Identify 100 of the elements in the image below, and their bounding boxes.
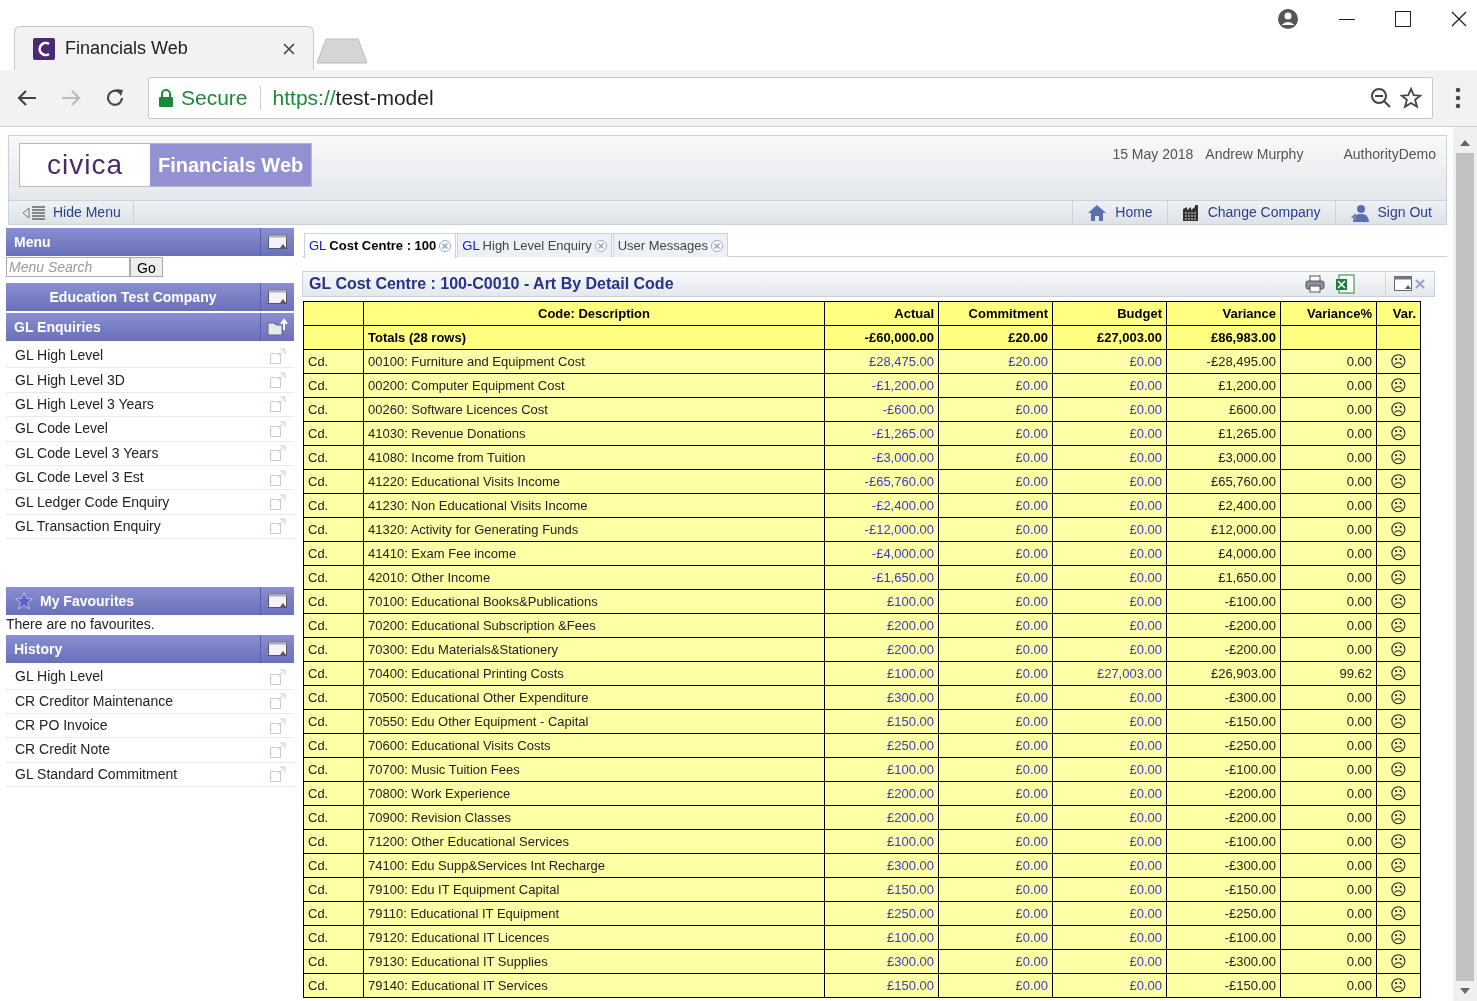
table-cell: -£65,760.00 bbox=[824, 469, 939, 494]
table-cell: 70500: Educational Other Expenditure bbox=[363, 685, 825, 710]
menu-item[interactable]: CR PO Invoice bbox=[6, 713, 294, 739]
totals-cell: £86,983.00 bbox=[1166, 325, 1281, 350]
table-cell: £0.00 bbox=[1052, 349, 1167, 374]
menu-item[interactable]: GL High Level bbox=[6, 665, 294, 690]
reload-icon[interactable] bbox=[104, 87, 126, 109]
address-bar[interactable]: Secure https://test-model bbox=[148, 77, 1433, 119]
table-cell: 0.00 bbox=[1280, 757, 1377, 782]
table-cell: £0.00 bbox=[938, 877, 1053, 902]
menu-item[interactable]: CR Credit Note bbox=[6, 738, 294, 763]
table-cell: Cd. bbox=[303, 373, 364, 398]
table-cell: £1,200.00 bbox=[1166, 373, 1281, 398]
table-cell: Cd. bbox=[303, 517, 364, 542]
window-icon[interactable] bbox=[267, 234, 288, 250]
menu-item[interactable]: GL High Level bbox=[6, 344, 294, 369]
table-cell: Cd. bbox=[303, 661, 364, 686]
frown-icon: ☹ bbox=[1376, 349, 1421, 374]
frown-icon: ☹ bbox=[1376, 421, 1421, 446]
menu-item[interactable]: GL High Level 3 Years bbox=[6, 392, 294, 418]
column-header: Variance bbox=[1166, 301, 1281, 326]
menu-item[interactable]: GL Transaction Enquiry bbox=[6, 514, 294, 540]
section-title: History bbox=[14, 639, 63, 659]
search-field[interactable]: Menu Search bbox=[6, 257, 130, 277]
menu-item[interactable]: GL Ledger Code Enquiry bbox=[6, 490, 294, 515]
table-cell: £0.00 bbox=[938, 445, 1053, 470]
spreadsheet-icon[interactable] bbox=[1335, 274, 1355, 294]
table-cell: 74100: Edu Supp&Services Int Recharge bbox=[363, 853, 825, 878]
table-cell: -£3,000.00 bbox=[824, 445, 939, 470]
frown-icon: ☹ bbox=[1376, 733, 1421, 758]
table-cell: 79140: Educational IT Services bbox=[363, 973, 825, 998]
maximize-icon[interactable] bbox=[1395, 11, 1411, 27]
window-icon[interactable] bbox=[1394, 276, 1412, 292]
menu-item[interactable]: CR Creditor Maintenance bbox=[6, 689, 294, 714]
table-cell: 79130: Educational IT Supplies bbox=[363, 949, 825, 974]
menu-icon[interactable] bbox=[1455, 87, 1461, 109]
profile-icon[interactable] bbox=[1277, 8, 1299, 30]
zoom-icon[interactable] bbox=[1370, 87, 1392, 109]
table-cell: £0.00 bbox=[938, 781, 1053, 806]
table-cell: 71200: Other Educational Services bbox=[363, 829, 825, 854]
table-cell: 0.00 bbox=[1280, 469, 1377, 494]
table-cell: 99.62 bbox=[1280, 661, 1377, 686]
table-cell: £0.00 bbox=[1052, 397, 1167, 422]
totals-cell: -£60,000.00 bbox=[824, 325, 939, 350]
menu-item[interactable]: GL High Level 3D bbox=[6, 368, 294, 393]
company-link[interactable]: Change Company bbox=[1166, 201, 1335, 224]
table-cell: 0.00 bbox=[1280, 901, 1377, 926]
menu-item[interactable]: GL Code Level 3 Years bbox=[6, 441, 294, 466]
browser-tab[interactable]: Financials Web bbox=[14, 26, 314, 70]
signout-link[interactable]: Sign Out bbox=[1334, 201, 1446, 224]
close-icon[interactable] bbox=[283, 42, 295, 55]
go-button[interactable]: Go bbox=[130, 257, 163, 277]
star-icon[interactable] bbox=[1400, 87, 1422, 109]
table-cell: £0.00 bbox=[938, 469, 1053, 494]
tab[interactable]: GL Cost Centre : 100 bbox=[304, 233, 457, 258]
table-cell: Cd. bbox=[303, 565, 364, 590]
menu-item[interactable]: GL Code Level 3 Est bbox=[6, 465, 294, 491]
frown-icon: ☹ bbox=[1376, 949, 1421, 974]
window-icon[interactable] bbox=[267, 289, 288, 305]
frown-icon: ☹ bbox=[1376, 877, 1421, 902]
table-cell: 41320: Activity for Generating Funds bbox=[363, 517, 825, 542]
home-link[interactable]: Home bbox=[1072, 201, 1167, 224]
tab[interactable]: GL High Level Enquiry bbox=[457, 233, 612, 257]
totals-cell: Totals (28 rows) bbox=[363, 325, 825, 350]
menu-item[interactable]: GL Code Level bbox=[6, 417, 294, 442]
panel-title: GL Cost Centre : 100-C0010 - Art By Detail Code bbox=[309, 274, 675, 294]
table-cell: -£150.00 bbox=[1166, 973, 1281, 998]
table-cell: Cd. bbox=[303, 445, 364, 470]
menu-item[interactable]: GL Standard Commitment bbox=[6, 762, 294, 788]
table-cell: £1,650.00 bbox=[1166, 565, 1281, 590]
column-header: Code: Description bbox=[363, 301, 825, 326]
window-icon[interactable] bbox=[267, 593, 288, 610]
section-title: GL Enquiries bbox=[14, 317, 101, 337]
scrollbar[interactable] bbox=[1453, 127, 1477, 1001]
frown-icon: ☹ bbox=[1376, 805, 1421, 830]
folder-icon[interactable] bbox=[266, 318, 289, 336]
frown-icon: ☹ bbox=[1376, 541, 1421, 566]
hide-menu-button[interactable]: Hide Menu bbox=[9, 201, 134, 224]
table-cell: £0.00 bbox=[1052, 805, 1167, 830]
table-cell: 0.00 bbox=[1280, 853, 1377, 878]
close-icon[interactable] bbox=[1451, 11, 1467, 27]
empty-message: There are no favourites. bbox=[6, 615, 156, 635]
frown-icon: ☹ bbox=[1376, 781, 1421, 806]
scroll-up-icon[interactable] bbox=[1460, 139, 1470, 147]
table-cell: 0.00 bbox=[1280, 589, 1377, 614]
table-cell: -£28,495.00 bbox=[1166, 349, 1281, 374]
table-cell: £0.00 bbox=[1052, 565, 1167, 590]
table-cell: 00260: Software Licences Cost bbox=[363, 397, 825, 422]
frown-icon: ☹ bbox=[1376, 637, 1421, 662]
table-cell: £0.00 bbox=[938, 829, 1053, 854]
column-header: Variance% bbox=[1280, 301, 1377, 326]
window-icon[interactable] bbox=[267, 641, 288, 658]
table-cell: 0.00 bbox=[1280, 397, 1377, 422]
product-name: Financials Web bbox=[150, 144, 312, 186]
scroll-down-icon[interactable] bbox=[1460, 987, 1470, 995]
tab[interactable]: User Messages bbox=[612, 233, 729, 257]
print-icon[interactable] bbox=[1305, 275, 1325, 293]
table-cell: £250.00 bbox=[824, 901, 939, 926]
table-cell: -£4,000.00 bbox=[824, 541, 939, 566]
table-cell: Cd. bbox=[303, 925, 364, 950]
